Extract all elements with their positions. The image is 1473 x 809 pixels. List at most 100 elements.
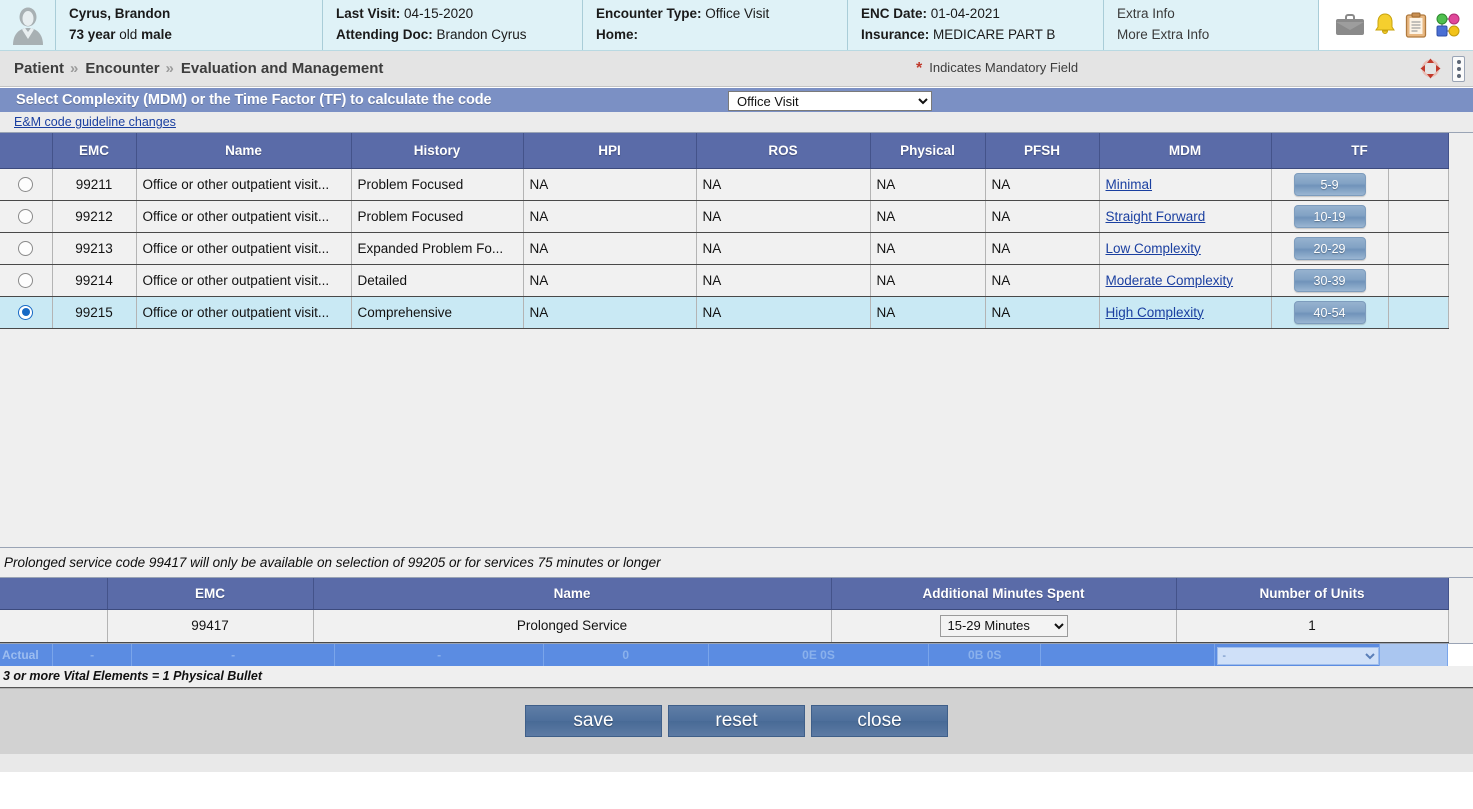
cell-hpi: NA: [523, 168, 696, 200]
table-row[interactable]: 99215Office or other outpatient visit...…: [0, 296, 1448, 328]
emc-row-radio[interactable]: [18, 209, 33, 224]
footer-filler: [0, 754, 1473, 772]
cell-history: Expanded Problem Fo...: [351, 232, 523, 264]
cell-tf: 5-9: [1271, 168, 1388, 200]
cell-ros: NA: [696, 168, 870, 200]
table-row[interactable]: 99211Office or other outpatient visit...…: [0, 168, 1448, 200]
tf-button[interactable]: 30-39: [1294, 269, 1366, 292]
cell-ros: NA: [696, 200, 870, 232]
pro-cell-blank: [0, 609, 107, 642]
mdm-link[interactable]: Minimal: [1106, 177, 1153, 192]
cell-mdm: Moderate Complexity: [1099, 264, 1271, 296]
cell-physical: NA: [870, 264, 985, 296]
insurance-row: Insurance: MEDICARE PART B: [861, 25, 1091, 46]
cell-physical: NA: [870, 168, 985, 200]
emc-col-name: Name: [136, 133, 351, 168]
cell-tf-tail: [1388, 168, 1448, 200]
cell-mdm: Straight Forward: [1099, 200, 1271, 232]
guideline-row: E&M code guideline changes: [0, 112, 1473, 132]
complexity-title-bar: Select Complexity (MDM) or the Time Fact…: [0, 87, 1473, 112]
more-extra-info-line: More Extra Info: [1117, 25, 1306, 46]
breadcrumb-item-encounter[interactable]: Encounter: [85, 60, 159, 77]
close-button[interactable]: close: [811, 705, 948, 737]
tf-button[interactable]: 20-29: [1294, 237, 1366, 260]
row-select-cell[interactable]: [0, 296, 52, 328]
row-select-cell[interactable]: [0, 168, 52, 200]
patient-demographics: 73 year old male: [69, 25, 310, 46]
pro-col-number-of-units: Number of Units: [1176, 578, 1448, 609]
sitemap-icon[interactable]: [1435, 12, 1461, 38]
cell-history: Comprehensive: [351, 296, 523, 328]
emc-col-ros: ROS: [696, 133, 870, 168]
emc-col-hpi: HPI: [523, 133, 696, 168]
breadcrumb-item-patient[interactable]: Patient: [14, 60, 64, 77]
actual-cell-3: -: [335, 644, 543, 666]
encounter-type-row: Encounter Type: Office Visit: [596, 4, 835, 25]
reset-button[interactable]: reset: [668, 705, 805, 737]
cell-emc: 99211: [52, 168, 136, 200]
cell-name: Office or other outpatient visit...: [136, 168, 351, 200]
emc-col-history: History: [351, 133, 523, 168]
mail-icon[interactable]: [1335, 13, 1365, 37]
mdm-link[interactable]: Moderate Complexity: [1106, 273, 1234, 288]
cell-physical: NA: [870, 232, 985, 264]
pro-col-name: Name: [313, 578, 831, 609]
cell-name: Office or other outpatient visit...: [136, 296, 351, 328]
emc-row-radio[interactable]: [18, 241, 33, 256]
prolonged-table-row: 99417 Prolonged Service 15-29 Minutes 1: [0, 609, 1448, 642]
cell-pfsh: NA: [985, 232, 1099, 264]
additional-minutes-select[interactable]: 15-29 Minutes: [940, 615, 1068, 637]
pro-col-emc: EMC: [107, 578, 313, 609]
emc-row-radio[interactable]: [18, 305, 33, 320]
em-code-guideline-changes-link[interactable]: E&M code guideline changes: [14, 115, 176, 129]
cell-tf: 10-19: [1271, 200, 1388, 232]
user-avatar-icon: [10, 5, 46, 45]
actual-cell-ros-count: 0E 0S: [709, 644, 930, 666]
save-button[interactable]: save: [525, 705, 662, 737]
enc-date-info: ENC Date: 01-04-2021 Insurance: MEDICARE…: [847, 0, 1103, 50]
mdm-link[interactable]: Low Complexity: [1106, 241, 1201, 256]
footer-actions: save reset close: [0, 688, 1473, 754]
tf-button[interactable]: 10-19: [1294, 205, 1366, 228]
tf-button[interactable]: 40-54: [1294, 301, 1366, 324]
emc-table-header-row: EMC Name History HPI ROS Physical PFSH M…: [0, 133, 1448, 168]
actual-cell-2: -: [132, 644, 336, 666]
visit-info: Last Visit: 04-15-2020 Attending Doc: Br…: [322, 0, 582, 50]
cell-hpi: NA: [523, 296, 696, 328]
row-select-cell[interactable]: [0, 264, 52, 296]
vital-elements-note: 3 or more Vital Elements = 1 Physical Bu…: [0, 666, 1473, 688]
bell-icon[interactable]: [1373, 12, 1397, 38]
actual-cell-pfsh: [1041, 644, 1215, 666]
tf-button[interactable]: 5-9: [1294, 173, 1366, 196]
cell-physical: NA: [870, 200, 985, 232]
table-row[interactable]: 99212Office or other outpatient visit...…: [0, 200, 1448, 232]
row-select-cell[interactable]: [0, 200, 52, 232]
emc-table-body: 99211Office or other outpatient visit...…: [0, 168, 1448, 328]
cell-name: Office or other outpatient visit...: [136, 200, 351, 232]
emc-col-tf: TF: [1271, 133, 1448, 168]
attending-doc-row: Attending Doc: Brandon Cyrus: [336, 25, 570, 46]
clipboard-icon[interactable]: [1405, 12, 1427, 38]
table-row[interactable]: 99213Office or other outpatient visit...…: [0, 232, 1448, 264]
pro-cell-emc: 99417: [107, 609, 313, 642]
table-row[interactable]: 99214Office or other outpatient visit...…: [0, 264, 1448, 296]
cell-name: Office or other outpatient visit...: [136, 264, 351, 296]
actual-mdm-select[interactable]: -: [1217, 647, 1379, 665]
actual-cell-hpi-count: 0: [544, 644, 709, 666]
mdm-link[interactable]: Straight Forward: [1106, 209, 1206, 224]
cell-tf-tail: [1388, 232, 1448, 264]
mdm-link[interactable]: High Complexity: [1106, 305, 1204, 320]
emc-row-radio[interactable]: [18, 177, 33, 192]
cell-ros: NA: [696, 296, 870, 328]
vertical-dots-menu-icon[interactable]: [1452, 56, 1465, 82]
row-select-cell[interactable]: [0, 232, 52, 264]
emc-table: EMC Name History HPI ROS Physical PFSH M…: [0, 133, 1449, 329]
encounter-type-select[interactable]: Office Visit: [728, 91, 932, 111]
expand-arrows-icon[interactable]: [1419, 57, 1442, 80]
emc-row-radio[interactable]: [18, 273, 33, 288]
pro-col-additional-minutes: Additional Minutes Spent: [831, 578, 1176, 609]
cell-name: Office or other outpatient visit...: [136, 232, 351, 264]
avatar: [0, 0, 55, 50]
actual-label: Actual: [0, 644, 53, 666]
actual-cell-tf: [1380, 644, 1448, 666]
